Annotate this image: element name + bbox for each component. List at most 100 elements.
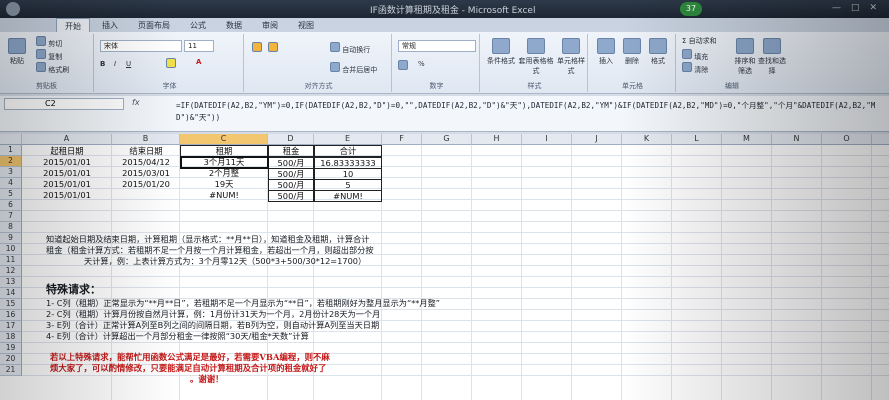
column-header[interactable]: D: [268, 134, 314, 145]
minimize-button[interactable]: —: [832, 3, 841, 13]
tab-review[interactable]: 审阅: [254, 18, 286, 32]
row-header[interactable]: 9: [0, 233, 22, 244]
insert-cells-button[interactable]: 插入: [594, 38, 618, 66]
row-header[interactable]: 6: [0, 200, 22, 211]
tab-page-layout[interactable]: 页面布局: [130, 18, 178, 32]
find-select-button[interactable]: 查找和选择: [758, 38, 786, 76]
merge-center-button[interactable]: 合并后居中: [330, 62, 377, 75]
row-header[interactable]: 7: [0, 211, 22, 222]
font-name-select[interactable]: 宋体: [100, 40, 182, 52]
row-header[interactable]: 12: [0, 266, 22, 277]
sort-filter-button[interactable]: 排序和筛选: [732, 38, 758, 76]
row-header[interactable]: 21: [0, 365, 22, 376]
cell-c3[interactable]: 2个月整: [180, 168, 268, 179]
row-header[interactable]: 3: [0, 167, 22, 178]
row-header[interactable]: 5: [0, 189, 22, 200]
tab-formulas[interactable]: 公式: [182, 18, 214, 32]
conditional-format-button[interactable]: 条件格式: [484, 38, 518, 66]
row-header[interactable]: 20: [0, 354, 22, 365]
format-painter-button[interactable]: 格式刷: [36, 62, 69, 75]
currency-button[interactable]: [398, 60, 408, 72]
column-header[interactable]: H: [472, 134, 522, 145]
row-header[interactable]: 15: [0, 299, 22, 310]
header-rent[interactable]: 租金: [268, 145, 314, 157]
delete-cells-button[interactable]: 删除: [620, 38, 644, 66]
font-size-select[interactable]: 11: [184, 40, 214, 52]
row-header[interactable]: 16: [0, 310, 22, 321]
paste-button[interactable]: 粘贴: [4, 38, 30, 66]
cell-styles-button[interactable]: 单元格样式: [554, 38, 588, 76]
column-header[interactable]: L: [672, 134, 722, 145]
column-header[interactable]: O: [822, 134, 872, 145]
underline-button[interactable]: U: [126, 60, 131, 68]
header-start-date[interactable]: 起租日期: [22, 146, 112, 157]
align-top-button[interactable]: [252, 42, 262, 54]
cell-b2[interactable]: 2015/04/12: [112, 157, 180, 168]
cell-b3[interactable]: 2015/03/01: [112, 168, 180, 179]
maximize-button[interactable]: □: [851, 3, 860, 13]
cell-b5[interactable]: [112, 190, 180, 201]
column-header[interactable]: P: [872, 134, 889, 145]
fill-button[interactable]: 填充: [682, 49, 708, 62]
row-header[interactable]: 13: [0, 277, 22, 288]
header-end-date[interactable]: 结束日期: [112, 146, 180, 157]
row-header[interactable]: 17: [0, 321, 22, 332]
row-header[interactable]: 18: [0, 332, 22, 343]
office-button[interactable]: [6, 2, 20, 16]
column-header[interactable]: G: [422, 134, 472, 145]
name-box[interactable]: C2: [4, 98, 124, 110]
header-total[interactable]: 合计: [314, 145, 382, 157]
row-header[interactable]: 2: [0, 156, 22, 167]
cell-a5[interactable]: 2015/01/01: [22, 190, 112, 201]
column-header[interactable]: C: [180, 134, 268, 145]
cell-a4[interactable]: 2015/01/01: [22, 179, 112, 190]
number-format-select[interactable]: 常规: [398, 40, 476, 52]
column-header[interactable]: K: [622, 134, 672, 145]
row-header[interactable]: 14: [0, 288, 22, 299]
font-color-button[interactable]: A: [196, 58, 201, 66]
clear-button[interactable]: 清除: [682, 62, 708, 75]
tab-view[interactable]: 视图: [290, 18, 322, 32]
row-header[interactable]: 8: [0, 222, 22, 233]
wrap-text-button[interactable]: 自动换行: [330, 42, 370, 55]
row-header[interactable]: 11: [0, 255, 22, 266]
cell-c5[interactable]: #NUM!: [180, 190, 268, 201]
column-header[interactable]: A: [22, 134, 112, 145]
tab-home[interactable]: 开始: [56, 18, 90, 32]
align-middle-button[interactable]: [268, 42, 278, 54]
cell-e5[interactable]: #NUM!: [314, 190, 382, 202]
cell-a2[interactable]: 2015/01/01: [22, 157, 112, 168]
column-header[interactable]: E: [314, 134, 382, 145]
tab-insert[interactable]: 插入: [94, 18, 126, 32]
column-header[interactable]: B: [112, 134, 180, 145]
column-header[interactable]: I: [522, 134, 572, 145]
italic-button[interactable]: I: [114, 60, 116, 68]
tab-data[interactable]: 数据: [218, 18, 250, 32]
copy-button[interactable]: 复制: [36, 49, 62, 62]
fx-icon[interactable]: fx: [132, 98, 140, 107]
cell-d5[interactable]: 500/月: [268, 190, 314, 202]
format-cells-button[interactable]: 格式: [646, 38, 670, 66]
column-header[interactable]: N: [772, 134, 822, 145]
close-button[interactable]: ✕: [869, 3, 877, 13]
column-header[interactable]: M: [722, 134, 772, 145]
column-header[interactable]: F: [382, 134, 422, 145]
row-header[interactable]: 10: [0, 244, 22, 255]
cell-b4[interactable]: 2015/01/20: [112, 179, 180, 190]
select-all-corner[interactable]: [0, 134, 22, 145]
format-as-table-button[interactable]: 套用表格格式: [518, 38, 554, 76]
bold-button[interactable]: B: [100, 60, 105, 68]
fill-color-button[interactable]: [166, 58, 176, 70]
row-header[interactable]: 1: [0, 145, 22, 156]
active-cell-selection[interactable]: [180, 156, 269, 169]
cut-button[interactable]: 剪切: [36, 36, 62, 49]
row-header[interactable]: 4: [0, 178, 22, 189]
cell-c4[interactable]: 19天: [180, 179, 268, 190]
autosum-button[interactable]: Σ 自动求和: [682, 36, 717, 46]
row-header[interactable]: 19: [0, 343, 22, 354]
cell-a3[interactable]: 2015/01/01: [22, 168, 112, 179]
formula-input[interactable]: =IF(DATEDIF(A2,B2,"YM")=0,IF(DATEDIF(A2,…: [176, 100, 884, 124]
column-header[interactable]: J: [572, 134, 622, 145]
percent-button[interactable]: %: [418, 60, 425, 68]
grid-vline: [671, 145, 672, 400]
